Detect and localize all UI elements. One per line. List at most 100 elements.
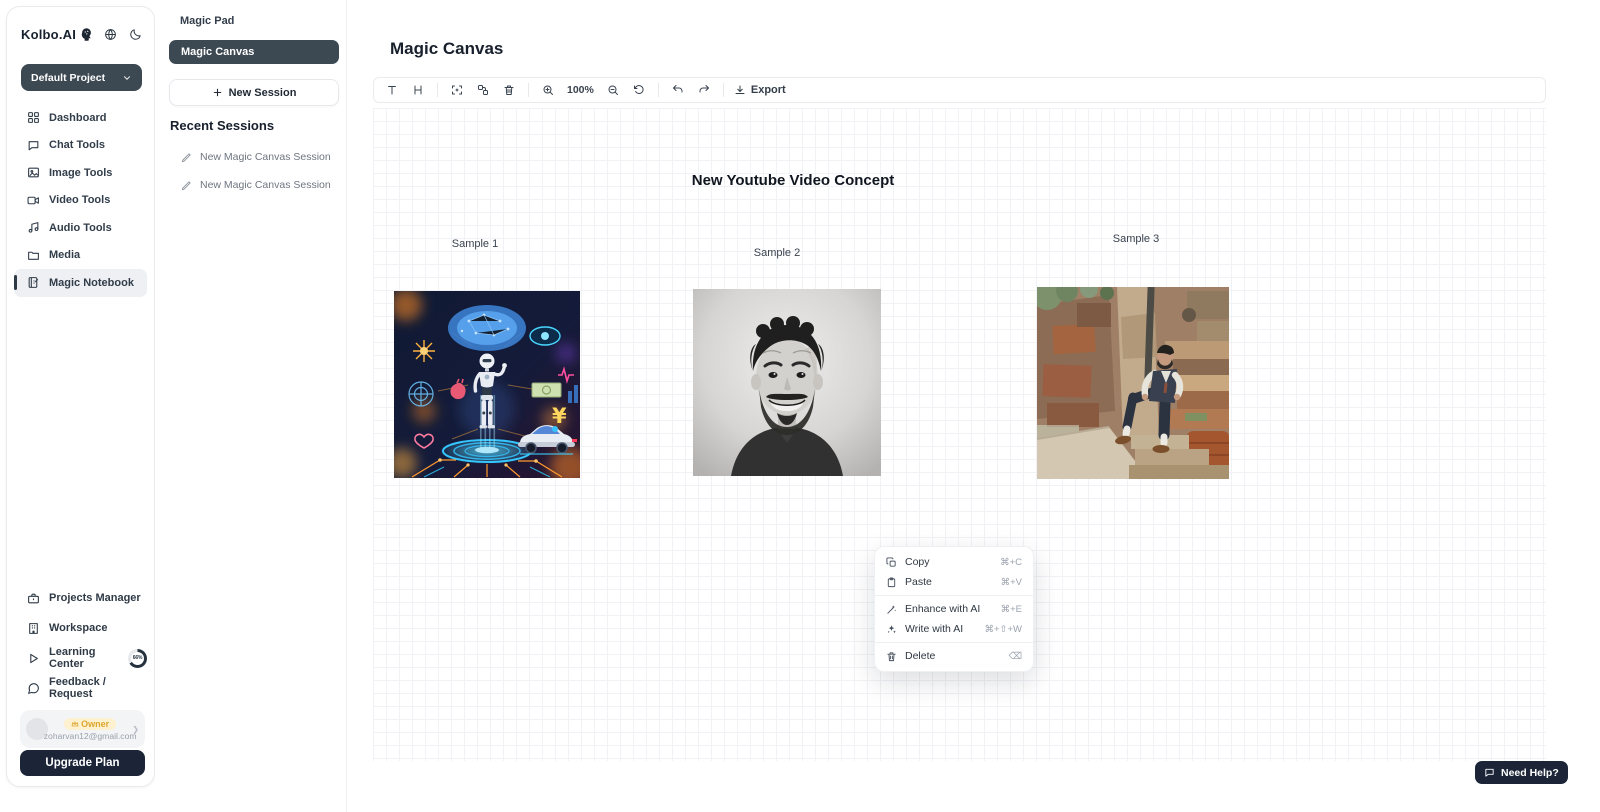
sidebar-item-chat-tools[interactable]: Chat Tools [14,132,147,160]
image-icon [27,166,40,179]
undo-button[interactable] [669,81,687,99]
nav-label: Video Tools [49,194,110,206]
sample-2-label[interactable]: Sample 2 [717,247,837,259]
dark-mode-toggle-icon[interactable] [129,28,142,41]
chat-bubble-icon [27,139,40,152]
redo-button[interactable] [695,81,713,99]
nav-label: Dashboard [49,112,106,124]
toolbar-divider [437,83,438,97]
sidebar-item-video-tools[interactable]: Video Tools [14,187,147,215]
zoom-in-button[interactable] [539,81,557,99]
nav-label: Projects Manager [49,592,141,604]
sessions-panel: Magic Pad Magic Canvas New Session Recen… [155,0,347,812]
ai-select-tool-button[interactable] [448,81,466,99]
page-title: Magic Canvas [390,39,503,59]
svg-text:¥: ¥ [552,404,567,428]
download-icon [734,84,746,96]
nav-label: Chat Tools [49,139,105,151]
sidebar-item-audio-tools[interactable]: Audio Tools [14,214,147,242]
dashboard-grid-icon [27,111,40,124]
plus-icon [212,87,223,98]
left-sidebar: Kolbo.AI Default Project Dashboard Chat … [6,6,155,787]
expand-chevron-icon: ❯ [132,725,139,734]
copy-icon [886,557,897,568]
shortcut-hint: ⌘+C [1000,557,1022,568]
delete-tool-button[interactable] [500,81,518,99]
sidebar-item-learning-center[interactable]: Learning Center 66% [14,643,147,673]
sample-image-3[interactable] [1037,287,1229,479]
nav-label: Audio Tools [49,222,112,234]
tab-magic-pad[interactable]: Magic Pad [180,15,234,27]
brand-logo: Kolbo.AI [21,27,76,42]
clipboard-icon [886,577,897,588]
sidebar-item-workspace[interactable]: Workspace [14,613,147,643]
sidebar-item-dashboard[interactable]: Dashboard [14,104,147,132]
app-window: Kolbo.AI Default Project Dashboard Chat … [0,0,1600,812]
play-icon [27,652,40,665]
export-button[interactable]: Export [734,84,786,96]
help-chat-icon [1484,767,1495,778]
sample-image-2[interactable] [693,289,881,476]
sidebar-item-media[interactable]: Media [14,242,147,270]
nav-label: Learning Center [49,646,117,670]
text-tool-button[interactable] [383,81,401,99]
building-icon [27,622,40,635]
chat-bubble-icon [27,682,40,695]
context-menu-item-delete[interactable]: Delete ⌫ [875,646,1033,666]
logo-row: Kolbo.AI [21,27,142,42]
upgrade-plan-button[interactable]: Upgrade Plan [20,750,145,776]
sidebar-item-feedback-request[interactable]: Feedback / Request [14,673,147,703]
role-badge: Owner [64,718,116,730]
learning-progress-ring: 66% [128,649,147,668]
pencil-icon [181,180,192,191]
user-email: zoharvan12@gmail.com [44,731,137,741]
sidebar-item-image-tools[interactable]: Image Tools [14,159,147,187]
shortcut-hint: ⌘+V [1001,577,1022,588]
canvas-toolbar: 100% Export [373,77,1546,103]
nav-label: Media [49,249,80,261]
shortcut-hint: ⌘+⇧+W [984,624,1022,635]
context-menu-item-write-with-ai[interactable]: Write with AI ⌘+⇧+W [875,619,1033,639]
trash-icon [886,651,897,662]
zoom-level-indicator[interactable]: 100% [567,84,594,96]
need-help-button[interactable]: Need Help? [1475,761,1568,784]
chevron-down-icon [122,73,132,83]
menu-divider [875,595,1033,596]
reset-view-button[interactable] [630,81,648,99]
sidebar-item-magic-notebook[interactable]: Magic Notebook [14,269,147,297]
shortcut-hint: ⌘+E [1001,604,1022,615]
new-session-button[interactable]: New Session [169,79,339,106]
zoom-out-button[interactable] [604,81,622,99]
sample-3-label[interactable]: Sample 3 [1076,233,1196,245]
project-selector-label: Default Project [31,72,105,84]
heading-tool-button[interactable] [409,81,427,99]
connector-tool-button[interactable] [474,81,492,99]
canvas-heading-text[interactable]: New Youtube Video Concept [643,172,943,189]
briefcase-icon [27,592,40,605]
session-list-item[interactable]: New Magic Canvas Session [181,151,331,163]
nav-label: Image Tools [49,167,112,179]
brand-head-icon [79,27,94,42]
context-menu-item-copy[interactable]: Copy ⌘+C [875,552,1033,572]
toolbar-divider [528,83,529,97]
video-camera-icon [27,194,40,207]
magic-canvas-workspace[interactable]: New Youtube Video Concept Sample 1 Sampl… [373,108,1546,761]
nav-label: Magic Notebook [49,277,134,289]
sample-image-1[interactable]: ¥ [394,291,580,478]
context-menu-item-paste[interactable]: Paste ⌘+V [875,572,1033,592]
notebook-icon [27,276,40,289]
tab-magic-canvas[interactable]: Magic Canvas [169,40,339,64]
crown-icon [71,720,79,728]
sample-1-label[interactable]: Sample 1 [415,238,535,250]
sidebar-nav: Dashboard Chat Tools Image Tools Video T… [14,104,147,297]
toolbar-divider [658,83,659,97]
sidebar-item-projects-manager[interactable]: Projects Manager [14,583,147,613]
nav-label: Workspace [49,622,108,634]
language-globe-icon[interactable] [104,28,117,41]
menu-divider [875,642,1033,643]
pencil-icon [181,152,192,163]
project-selector[interactable]: Default Project [21,64,142,91]
user-account-card[interactable]: Owner zoharvan12@gmail.com ❯ [20,710,145,748]
context-menu-item-enhance-with-ai[interactable]: Enhance with AI ⌘+E [875,599,1033,619]
session-list-item[interactable]: New Magic Canvas Session [181,179,331,191]
